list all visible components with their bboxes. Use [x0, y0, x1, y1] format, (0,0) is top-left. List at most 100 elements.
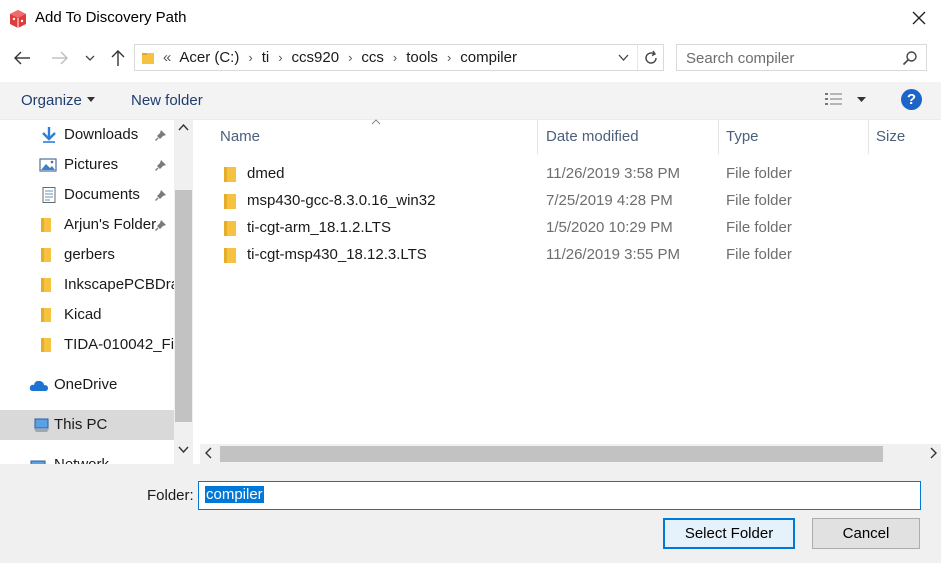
breadcrumb-overflow[interactable]: «: [163, 49, 171, 66]
sidebar-item-tida-010042[interactable]: TIDA-010042_Fir: [0, 330, 179, 360]
column-header-type[interactable]: Type: [719, 120, 868, 154]
file-row[interactable]: ti-cgt-arm_18.1.2.LTS 1/5/2020 10:29 PM …: [220, 215, 920, 241]
breadcrumb-item[interactable]: ccs920: [292, 49, 340, 66]
scroll-up-icon[interactable]: [178, 124, 189, 131]
sidebar-item-network[interactable]: Network: [0, 450, 174, 464]
chevron-down-icon: [618, 54, 628, 61]
breadcrumb-item[interactable]: Acer (C:): [179, 49, 239, 66]
refresh-icon: [644, 50, 657, 64]
file-name: dmed: [247, 165, 285, 182]
sidebar-item-label: TIDA-010042_Fir: [64, 336, 180, 353]
navigation-bar: « Acer (C:) › ti › ccs920 › ccs › tools …: [0, 38, 941, 78]
breadcrumb-item[interactable]: ti: [262, 49, 270, 66]
sidebar-item-pictures[interactable]: Pictures: [0, 150, 174, 180]
pin-icon[interactable]: [155, 159, 167, 171]
file-name: msp430-gcc-8.3.0.16_win32: [247, 192, 436, 209]
app-cube-icon: [10, 10, 26, 28]
scrollbar-thumb[interactable]: [175, 190, 192, 422]
title-bar: Add To Discovery Path: [0, 0, 941, 36]
caret-down-icon: [857, 96, 866, 102]
folder-icon: [41, 248, 51, 262]
breadcrumb-item[interactable]: compiler: [460, 49, 517, 66]
scroll-right-icon[interactable]: [930, 447, 937, 459]
caret-down-icon: [86, 96, 95, 102]
file-row[interactable]: dmed 11/26/2019 3:58 PM File folder: [220, 161, 920, 187]
search-icon[interactable]: [902, 50, 918, 66]
file-type: File folder: [726, 246, 792, 263]
column-header-label: Date modified: [546, 128, 639, 145]
column-header-label: Size: [876, 128, 906, 145]
sidebar-item-label: OneDrive: [54, 376, 118, 393]
computer-icon: [34, 418, 49, 432]
file-row[interactable]: msp430-gcc-8.3.0.16_win32 7/25/2019 4:28…: [220, 188, 920, 214]
sidebar-item-label: InkscapePCBDraw: [64, 276, 190, 293]
details-view-icon: [825, 93, 842, 105]
forward-button[interactable]: [48, 46, 72, 70]
chevron-down-icon: [85, 55, 95, 61]
organize-button[interactable]: Organize: [21, 92, 95, 109]
breadcrumb-item[interactable]: ccs: [361, 49, 384, 66]
pin-icon[interactable]: [155, 219, 167, 231]
folder-icon: [41, 338, 51, 352]
scrollbar-thumb[interactable]: [220, 446, 883, 462]
sidebar-item-label: Pictures: [64, 156, 119, 173]
scroll-down-icon[interactable]: [178, 446, 189, 453]
organize-label: Organize: [21, 92, 82, 109]
column-header-name[interactable]: Name: [200, 120, 537, 154]
chevron-right-icon[interactable]: ›: [393, 50, 397, 65]
chevron-right-icon[interactable]: ›: [447, 50, 451, 65]
sidebar-item-inkscapepcbdraw[interactable]: InkscapePCBDraw: [0, 270, 190, 300]
select-folder-button[interactable]: Select Folder: [663, 518, 795, 549]
address-bar[interactable]: « Acer (C:) › ti › ccs920 › ccs › tools …: [134, 44, 664, 71]
sidebar-item-label: Network: [54, 456, 109, 464]
sidebar-item-onedrive[interactable]: OneDrive: [0, 370, 174, 400]
help-button[interactable]: ?: [901, 89, 922, 110]
sidebar-item-label: Arjun's Folder: [64, 216, 157, 233]
up-button[interactable]: [106, 46, 130, 70]
file-name: ti-cgt-msp430_18.12.3.LTS: [247, 246, 427, 263]
file-type: File folder: [726, 165, 792, 182]
folder-icon: [41, 278, 51, 292]
change-view-button[interactable]: [824, 92, 866, 106]
file-date: 11/26/2019 3:55 PM: [546, 246, 680, 263]
folder-icon: [224, 221, 236, 236]
new-folder-button[interactable]: New folder: [131, 92, 203, 109]
sidebar-item-downloads[interactable]: Downloads: [0, 120, 174, 150]
refresh-button[interactable]: [637, 45, 663, 70]
window-title: Add To Discovery Path: [35, 9, 187, 26]
column-header-date-modified[interactable]: Date modified: [538, 120, 718, 154]
cloud-icon: [29, 380, 48, 391]
chevron-right-icon[interactable]: ›: [278, 50, 282, 65]
navigation-pane: Downloads Pictures Documents Arjun's Fol: [0, 120, 193, 464]
chevron-right-icon[interactable]: ›: [248, 50, 252, 65]
navigation-pane-scrollbar[interactable]: [174, 120, 193, 464]
folder-name-input[interactable]: compiler: [198, 481, 921, 510]
horizontal-scrollbar[interactable]: [200, 444, 941, 464]
search-input[interactable]: Search compiler: [676, 44, 927, 71]
folder-icon: [224, 248, 236, 263]
cancel-button[interactable]: Cancel: [812, 518, 920, 549]
recent-locations-button[interactable]: [80, 46, 100, 70]
sidebar-item-this-pc[interactable]: This PC: [0, 410, 174, 440]
folder-icon: [142, 52, 154, 64]
pin-icon[interactable]: [155, 129, 167, 141]
chevron-right-icon[interactable]: ›: [348, 50, 352, 65]
file-row[interactable]: ti-cgt-msp430_18.12.3.LTS 11/26/2019 3:5…: [220, 242, 920, 268]
folder-icon: [224, 194, 236, 209]
scroll-left-icon[interactable]: [205, 447, 212, 459]
pin-icon[interactable]: [155, 189, 167, 201]
file-list: Name Date modified Type Size dmed 11/26/…: [200, 119, 941, 444]
column-header-size[interactable]: Size: [869, 120, 941, 154]
sidebar-item-kicad[interactable]: Kicad: [0, 300, 174, 330]
sidebar-item-arjuns-folder[interactable]: Arjun's Folder: [0, 210, 174, 240]
close-button[interactable]: [897, 0, 941, 36]
folder-name-value: compiler: [205, 486, 264, 503]
breadcrumb-item[interactable]: tools: [406, 49, 438, 66]
folder-icon: [41, 308, 51, 322]
file-date: 1/5/2020 10:29 PM: [546, 219, 673, 236]
address-dropdown-button[interactable]: [613, 45, 633, 70]
column-header-label: Type: [726, 128, 759, 145]
back-button[interactable]: [10, 46, 34, 70]
sidebar-item-gerbers[interactable]: gerbers: [0, 240, 174, 270]
sidebar-item-documents[interactable]: Documents: [0, 180, 174, 210]
